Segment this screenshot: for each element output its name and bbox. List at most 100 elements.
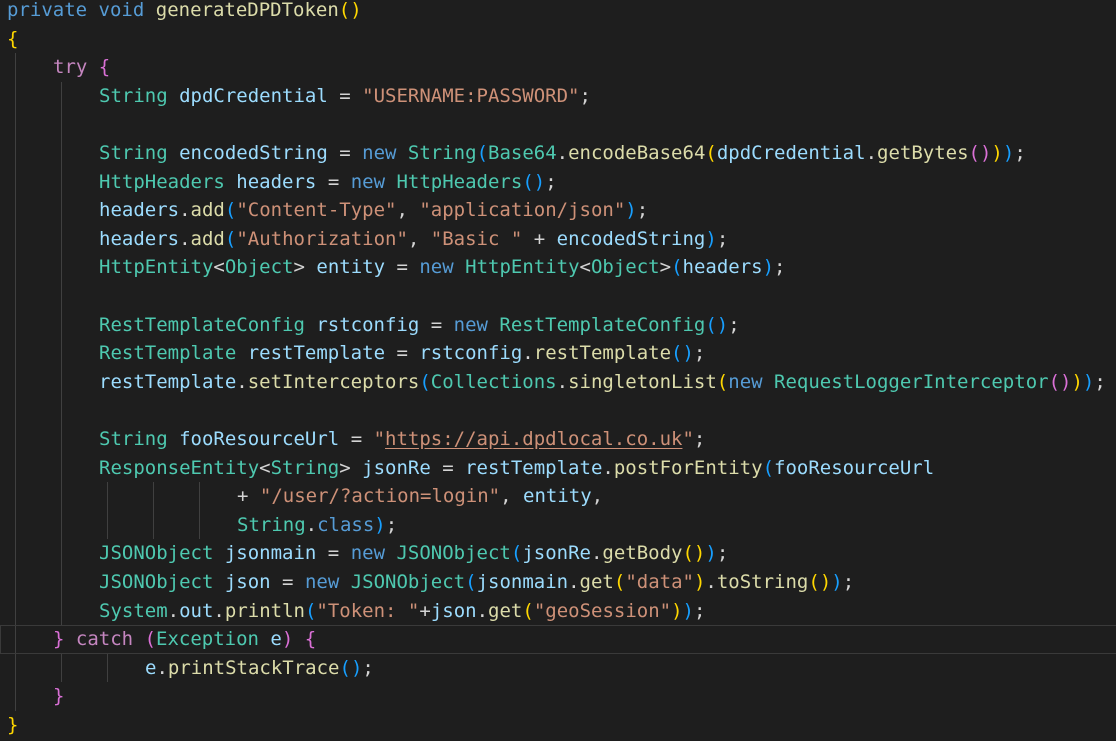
code-token: JSONObject xyxy=(99,542,214,565)
code-line[interactable]: String encodedString = new String(Base64… xyxy=(0,139,1116,168)
code-line[interactable]: } xyxy=(0,711,1116,740)
code-token: "USERNAME:PASSWORD" xyxy=(362,84,580,107)
code-token: = xyxy=(316,542,351,565)
code-token: = xyxy=(385,342,420,365)
code-token: = xyxy=(327,84,363,107)
code-token: () xyxy=(682,542,706,565)
code-token: ) xyxy=(831,571,843,593)
code-line[interactable]: restTemplate.setInterceptors(Collections… xyxy=(0,368,1116,397)
code-token: new xyxy=(728,370,763,393)
code-token: new xyxy=(304,571,340,593)
code-token: ( xyxy=(510,542,523,565)
code-line[interactable] xyxy=(0,396,1116,425)
code-token: + xyxy=(237,485,260,508)
code-line[interactable]: ResponseEntity<String> jsonRe = restTemp… xyxy=(0,454,1116,483)
code-token: ; xyxy=(362,656,374,679)
code-token: encodedString xyxy=(556,227,706,250)
code-token: ; xyxy=(636,199,649,222)
code-token: ; xyxy=(774,256,786,279)
code-token: RestTemplateConfig xyxy=(99,313,305,336)
code-token: = xyxy=(316,170,351,193)
code-token: String xyxy=(99,428,168,450)
code-token: jsonRe xyxy=(362,456,431,479)
code-line[interactable]: + "/user/?action=login", entity, xyxy=(0,482,1116,511)
code-token: ) xyxy=(705,542,717,565)
code-token: "Token: " xyxy=(316,599,420,622)
code-token: ; xyxy=(693,428,706,450)
code-token: encodeBase64 xyxy=(568,142,706,164)
code-token: } xyxy=(53,685,65,708)
code-token: "application/json" xyxy=(419,199,626,222)
code-token: HttpHeaders xyxy=(396,170,523,193)
code-token: generateDPDToken xyxy=(155,0,339,21)
code-token: rstconfig xyxy=(419,342,523,365)
code-token: ; xyxy=(545,170,557,193)
code-token: ( xyxy=(224,227,237,250)
code-token: () xyxy=(705,313,729,336)
code-line[interactable]: HttpHeaders headers = new HttpHeaders(); xyxy=(0,168,1116,197)
code-line[interactable]: RestTemplate restTemplate = rstconfig.re… xyxy=(0,339,1116,368)
code-line[interactable]: RestTemplateConfig rstconfig = new RestT… xyxy=(0,311,1116,340)
code-token: headers xyxy=(236,170,317,193)
code-token: e xyxy=(270,628,282,651)
code-token: ) xyxy=(281,628,294,651)
code-token: Exception xyxy=(156,628,259,651)
code-token: } xyxy=(7,714,19,736)
code-token: Base64 xyxy=(488,142,557,164)
code-token: RestTemplate xyxy=(99,342,237,365)
code-token: class xyxy=(317,513,375,536)
code-line[interactable]: String fooResourceUrl = "https://api.dpd… xyxy=(0,425,1116,454)
code-token: () xyxy=(339,656,363,679)
code-token: println xyxy=(224,599,305,622)
code-token: restTemplate xyxy=(533,342,672,365)
code-line[interactable]: JSONObject jsonmain = new JSONObject(jso… xyxy=(0,539,1116,568)
code-line[interactable] xyxy=(0,110,1116,139)
code-line[interactable]: private void generateDPDToken() xyxy=(0,0,1116,25)
code-line[interactable]: JSONObject json = new JSONObject(jsonmai… xyxy=(0,568,1116,597)
code-line[interactable]: try { xyxy=(0,53,1116,82)
code-token: String xyxy=(407,142,477,164)
code-token: "Basic " xyxy=(430,227,523,250)
code-line[interactable]: } catch (Exception e) { xyxy=(0,625,1116,654)
code-token: , xyxy=(591,485,604,508)
code-token: > xyxy=(339,456,363,479)
code-line[interactable]: e.printStackTrace(); xyxy=(0,654,1116,683)
code-line[interactable]: } xyxy=(0,682,1116,711)
code-line[interactable]: headers.add("Authorization", "Basic " + … xyxy=(0,225,1116,254)
code-editor[interactable]: private void generateDPDToken(){try {Str… xyxy=(0,0,1116,741)
code-token: ) xyxy=(671,599,683,622)
code-token: . xyxy=(568,571,580,593)
code-token: rstconfig xyxy=(316,313,420,336)
code-token: restTemplate xyxy=(465,456,603,479)
code-token: void xyxy=(98,0,145,21)
code-token: { xyxy=(98,56,111,79)
code-token: ) xyxy=(705,227,717,250)
code-line[interactable]: HttpEntity<Object> entity = new HttpEnti… xyxy=(0,253,1116,282)
code-token: + xyxy=(522,227,557,250)
code-token: ; xyxy=(1094,370,1106,393)
code-token: ( xyxy=(476,142,489,164)
code-line[interactable]: String.class); xyxy=(0,511,1116,540)
code-line[interactable] xyxy=(0,282,1116,311)
code-token: = xyxy=(385,256,420,279)
code-token: = xyxy=(339,428,374,450)
code-line[interactable]: headers.add("Content-Type", "application… xyxy=(0,196,1116,225)
code-token: . xyxy=(865,142,878,164)
code-token: ; xyxy=(716,542,729,565)
code-token: setInterceptors xyxy=(247,370,420,393)
code-line[interactable]: String dpdCredential = "USERNAME:PASSWOR… xyxy=(0,82,1116,111)
code-token: " xyxy=(682,428,694,450)
code-token: + xyxy=(419,599,431,622)
code-token: out xyxy=(179,599,214,622)
code-token: ; xyxy=(716,227,729,250)
code-line[interactable]: { xyxy=(0,25,1116,54)
code-token: headers xyxy=(682,256,763,279)
code-token: . xyxy=(556,142,569,164)
code-line[interactable]: System.out.println("Token: "+json.get("g… xyxy=(0,597,1116,626)
code-token: = xyxy=(327,142,363,164)
